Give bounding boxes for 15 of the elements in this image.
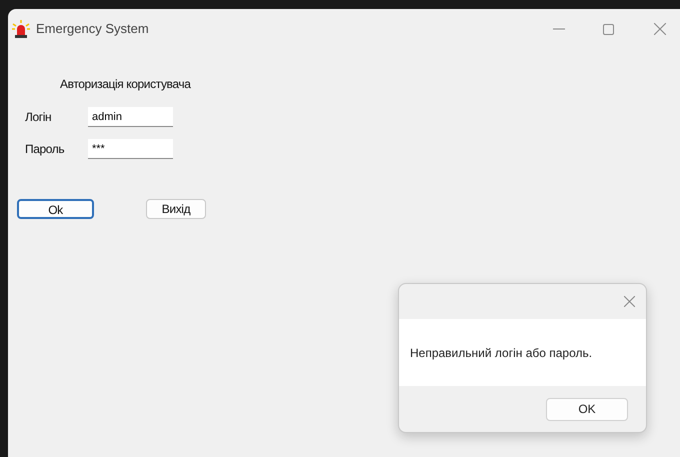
siren-icon	[12, 20, 30, 38]
minimize-icon[interactable]	[553, 28, 565, 30]
maximize-icon[interactable]	[603, 24, 614, 34]
form-heading: Авторизація користувача	[60, 77, 191, 91]
field-label: Логін	[25, 109, 52, 126]
close-icon[interactable]	[624, 296, 635, 307]
text-field[interactable]: admin	[88, 107, 173, 127]
ok-button[interactable]: OK	[546, 398, 628, 420]
form-button[interactable]: Ok	[17, 199, 94, 219]
window-title: Emergency System	[36, 20, 149, 38]
form-button[interactable]: Вихід	[146, 199, 206, 219]
field-label: Пароль	[25, 141, 66, 158]
error-message: Неправильний логін або пароль.	[410, 344, 592, 362]
close-icon[interactable]	[654, 23, 666, 35]
text-field[interactable]: ***	[88, 139, 173, 159]
